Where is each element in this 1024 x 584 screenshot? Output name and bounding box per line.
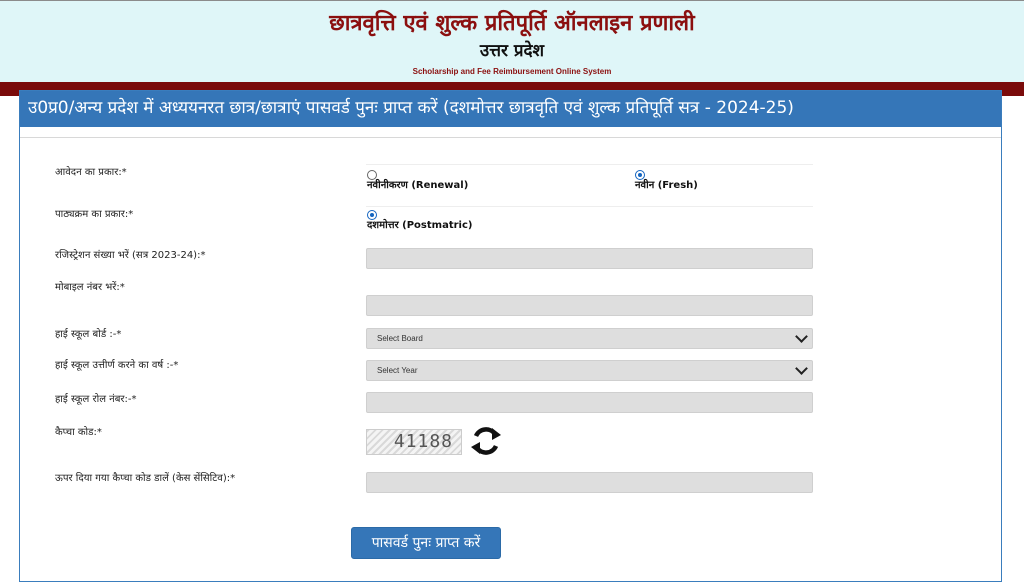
mobile-number-label: मोबाइल नंबर भरें:*: [55, 282, 125, 293]
recover-password-button[interactable]: पासवर्ड पुनः प्राप्त करें: [351, 527, 501, 559]
divider: [20, 137, 1001, 138]
hs-board-selected: Select Board: [377, 334, 423, 343]
radio-fresh-label[interactable]: नवीन (Fresh): [635, 180, 698, 192]
panel-heading: उ0प्र0/अन्य प्रदेश में अध्ययनरत छात्र/छा…: [20, 91, 1001, 127]
refresh-icon[interactable]: [468, 423, 504, 459]
captcha-input-label: ऊपर दिया गया कैप्चा कोड डालें (केस सेंसि…: [55, 473, 236, 484]
hs-roll-number-input[interactable]: [366, 392, 813, 413]
course-type-group: दशमोत्तर (Postmatric): [366, 206, 813, 237]
radio-renewal-label[interactable]: नवीनीकरण (Renewal): [367, 180, 468, 192]
application-type-label: आवेदन का प्रकार:*: [55, 167, 127, 178]
radio-postmatric-label[interactable]: दशमोत्तर (Postmatric): [367, 220, 472, 232]
site-title-english: Scholarship and Fee Reimbursement Online…: [412, 67, 612, 76]
hs-year-select[interactable]: Select Year: [366, 360, 813, 381]
chevron-down-icon: [795, 362, 808, 375]
hs-year-selected: Select Year: [377, 366, 418, 375]
captcha-image: 41188: [366, 429, 462, 455]
radio-renewal[interactable]: [367, 170, 377, 180]
mobile-number-input[interactable]: [366, 295, 813, 316]
application-type-group: नवीनीकरण (Renewal) नवीन (Fresh): [366, 164, 813, 195]
registration-number-label: रजिस्ट्रेशन संख्या भरें (सत्र 2023-24):*: [55, 250, 206, 261]
chevron-down-icon: [795, 330, 808, 343]
radio-fresh[interactable]: [635, 170, 645, 180]
course-type-label: पाठ्यक्रम का प्रकार:*: [55, 209, 134, 220]
captcha-input[interactable]: [366, 472, 813, 493]
registration-number-input[interactable]: [366, 248, 813, 269]
hs-roll-number-label: हाई स्कूल रोल नंबर:-*: [55, 394, 137, 405]
site-title-hindi: छात्रवृत्ति एवं शुल्क प्रतिपूर्ति ऑनलाइन…: [329, 11, 695, 36]
radio-postmatric[interactable]: [367, 210, 377, 220]
password-recovery-panel: उ0प्र0/अन्य प्रदेश में अध्ययनरत छात्र/छा…: [19, 90, 1002, 582]
site-header: छात्रवृत्ति एवं शुल्क प्रतिपूर्ति ऑनलाइन…: [0, 0, 1024, 83]
captcha-label: कैप्चा कोड:*: [55, 427, 102, 438]
hs-board-select[interactable]: Select Board: [366, 328, 813, 349]
hs-board-label: हाई स्कूल बोर्ड :-*: [55, 329, 122, 340]
site-state: उत्तर प्रदेश: [479, 41, 545, 61]
hs-year-label: हाई स्कूल उत्तीर्ण करने का वर्ष :-*: [55, 360, 179, 371]
